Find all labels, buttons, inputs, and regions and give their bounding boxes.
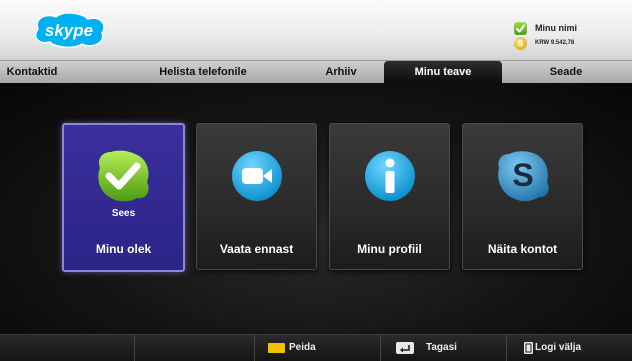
tab-history[interactable]: Arhiiv	[316, 61, 366, 83]
tile-show-account[interactable]: S Näita kontot	[462, 123, 583, 270]
skype-logo: skype	[34, 12, 105, 49]
tile-label: Minu profiil	[357, 242, 422, 256]
footer-divider	[254, 335, 255, 361]
header-bar: skype Minu nimi S KRW 9.542,78	[0, 0, 632, 60]
tab-settings[interactable]: Seade	[536, 61, 596, 83]
user-name: Minu nimi	[535, 23, 577, 33]
skype-s-icon: S	[498, 151, 549, 202]
online-status-check-icon	[98, 150, 149, 202]
tile-label: Minu olek	[95, 242, 152, 256]
back-label: Tagasi	[426, 342, 457, 353]
footer-divider	[506, 335, 507, 361]
hide-label: Peida	[289, 342, 316, 353]
tab-my-info[interactable]: Minu teave	[384, 61, 502, 83]
tile-label: Vaata ennast	[219, 242, 294, 256]
tile-my-profile[interactable]: Minu profiil	[329, 123, 450, 270]
main-tab-bar: Kontaktid Helista telefonile Arhiiv Minu…	[0, 60, 632, 83]
logo-text: skype	[45, 21, 93, 40]
tab-contacts[interactable]: Kontaktid	[0, 61, 64, 83]
exit-key-icon	[524, 342, 533, 354]
logout-button[interactable]: Logi välja	[524, 335, 624, 361]
online-status-icon	[514, 22, 527, 35]
return-key-icon	[396, 342, 414, 354]
tile-label: Näita kontot	[487, 242, 558, 256]
footer-bar: Peida Tagasi Logi välja	[0, 334, 632, 361]
credit-balance: KRW 9.542,78	[535, 40, 575, 46]
svg-text:S: S	[512, 157, 533, 193]
account-status: Minu nimi S KRW 9.542,78	[514, 22, 624, 52]
tile-my-status[interactable]: Sees Minu olek	[62, 123, 185, 272]
skype-credit-icon: S	[514, 37, 527, 50]
tile-status-value: Sees	[111, 208, 136, 219]
tile-video-preview[interactable]: Vaata ennast	[196, 123, 317, 270]
hide-button[interactable]: Peida	[268, 335, 378, 361]
info-icon	[365, 151, 415, 201]
tab-call-phones[interactable]: Helista telefonile	[140, 61, 266, 83]
video-camera-icon	[232, 151, 282, 201]
footer-divider	[134, 335, 135, 361]
back-button[interactable]: Tagasi	[396, 335, 496, 361]
menu-stage: Sees Minu olek Vaata ennast Minu profiil…	[0, 83, 632, 334]
yellow-key-icon	[268, 343, 285, 353]
footer-divider	[380, 335, 381, 361]
logout-label: Logi välja	[535, 342, 582, 353]
